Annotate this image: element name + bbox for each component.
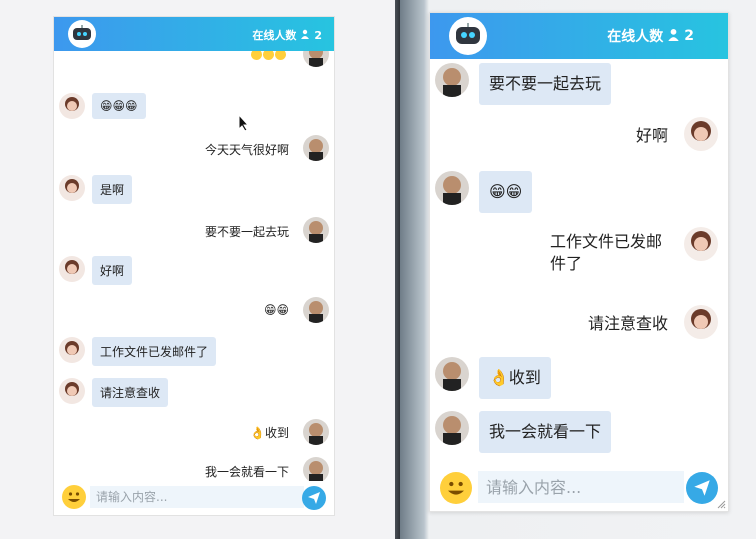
chat-footer: [54, 481, 334, 515]
female-avatar: [684, 227, 718, 261]
male-avatar: [303, 297, 329, 323]
message-input[interactable]: [478, 471, 684, 503]
message-text: 👌收到: [250, 426, 289, 440]
message-bubble: 👌收到: [479, 357, 551, 399]
message-list[interactable]: 要不要一起去玩 好啊 😁😁 工作文件已发邮件了 请注意查收 👌收到 我一会就看一…: [430, 59, 728, 465]
message-bubble: 我一会就看一下: [479, 411, 612, 453]
robot-avatar-icon[interactable]: [68, 20, 96, 48]
online-count: 在线人数 2: [607, 26, 694, 46]
female-avatar: [59, 93, 85, 119]
message-bubble: 是啊: [92, 175, 133, 204]
male-avatar: [303, 217, 329, 243]
online-label: 在线人数: [252, 29, 297, 42]
female-avatar: [59, 256, 85, 282]
male-avatar: [435, 63, 469, 97]
message-bubble: 😁😁😁: [92, 93, 146, 119]
message-text: 我一会就看一下: [204, 465, 289, 479]
message-text: 请注意查收: [587, 314, 668, 333]
message-text: 今天天气很好啊: [204, 143, 289, 157]
male-avatar: [435, 411, 469, 445]
message-list[interactable]: 😁😁😁 今天天气很好啊 是啊 要不要一起去玩 好啊 😁😁 工作文件已发邮件了 请…: [54, 51, 334, 481]
male-avatar: [303, 51, 329, 67]
message-bubble: 要不要一起去玩: [479, 63, 612, 105]
chat-window-left: 在线人数 2 😁😁😁 今天天气很好啊 是啊 要不要一起去玩 好啊 😁😁 工作文件…: [53, 16, 335, 516]
chat-header: 在线人数 2: [430, 13, 728, 59]
male-avatar: [303, 457, 329, 481]
user-icon: [667, 28, 680, 45]
message-bubble: 工作文件已发邮件了: [92, 337, 217, 366]
screen: 在线人数 2 😁😁😁 今天天气很好啊 是啊 要不要一起去玩 好啊 😁😁 工作文件…: [0, 0, 756, 539]
mouse-cursor-icon: [238, 114, 250, 132]
chat-window-right: 在线人数 2 要不要一起去玩 好啊 😁😁 工作文件已发邮件了 请注意查收 👌收到…: [429, 12, 729, 512]
chat-footer: [430, 465, 728, 511]
message-text: 要不要一起去玩: [204, 225, 289, 239]
message-bubble: 请注意查收: [92, 378, 169, 407]
online-count: 在线人数 2: [252, 27, 322, 43]
robot-avatar-icon[interactable]: [449, 17, 487, 55]
male-avatar: [303, 419, 329, 445]
resize-grip-icon[interactable]: [716, 499, 726, 509]
message-text: 工作文件已发邮件了: [550, 232, 663, 273]
message-input[interactable]: [90, 486, 304, 508]
female-avatar: [59, 378, 85, 404]
female-avatar: [59, 337, 85, 363]
online-label: 在线人数: [607, 29, 664, 45]
smiley-icon[interactable]: [62, 485, 86, 509]
online-count-value: 2: [684, 28, 694, 44]
female-avatar: [684, 117, 718, 151]
male-avatar: [435, 171, 469, 205]
smiley-icon[interactable]: [440, 472, 472, 504]
message-bubble: 好啊: [92, 256, 133, 285]
online-count-value: 2: [314, 28, 322, 42]
female-avatar: [684, 305, 718, 339]
paper-plane-icon[interactable]: [686, 472, 718, 504]
paper-plane-icon[interactable]: [302, 486, 326, 510]
emoji-message: 😁😁: [263, 303, 289, 317]
male-avatar: [303, 135, 329, 161]
message-text: 好啊: [635, 126, 668, 145]
male-avatar: [435, 357, 469, 391]
message-bubble: 😁😁: [479, 171, 533, 213]
chat-header: 在线人数 2: [54, 17, 334, 51]
female-avatar: [59, 175, 85, 201]
emoji-message: [251, 51, 286, 61]
user-icon: [300, 29, 310, 42]
